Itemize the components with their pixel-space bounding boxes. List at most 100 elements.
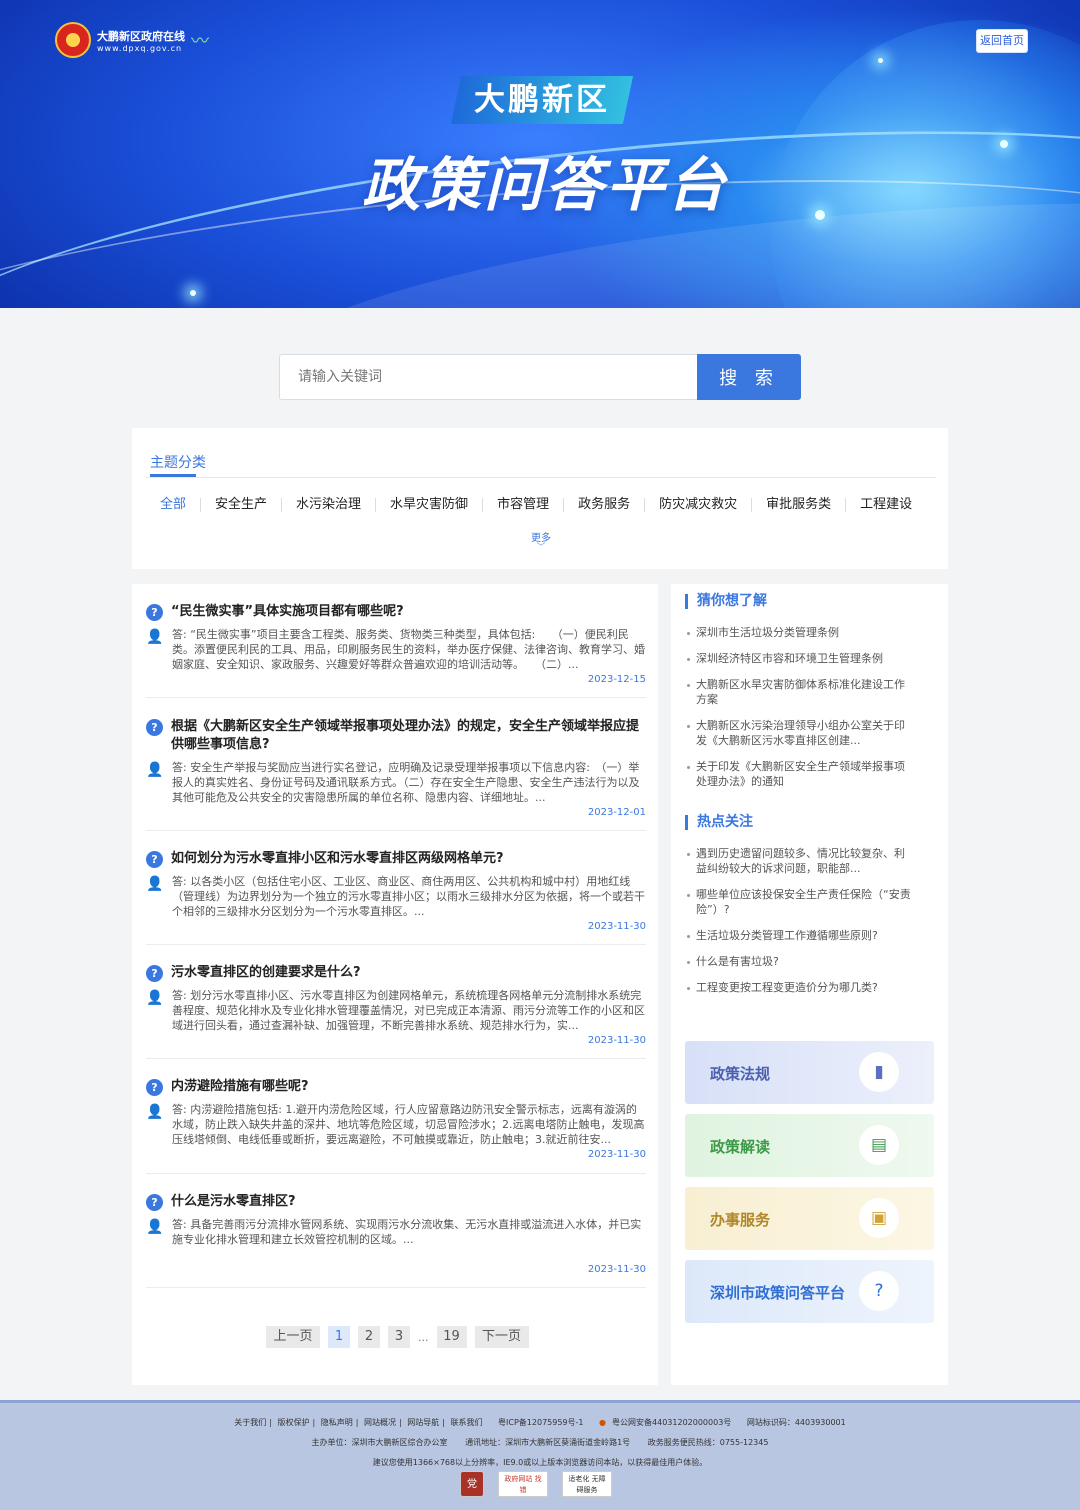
category-item[interactable]: 市容管理 — [483, 498, 565, 512]
category-item[interactable]: 水旱灾害防御 — [376, 498, 484, 512]
question-title[interactable]: 根据《大鹏新区安全生产领域举报事项处理办法》的规定，安全生产领域举报应提供哪些事… — [171, 718, 646, 754]
divider — [146, 830, 646, 831]
category-list: 全部 安全生产 水污染治理 水旱灾害防御 市容管理 政务服务 防灾减灾救灾 审批… — [146, 498, 926, 512]
answer-person-icon: 👤 — [146, 629, 164, 645]
footer-link-copyright[interactable]: 版权保护 — [277, 1418, 309, 1427]
category-item[interactable]: 安全生产 — [201, 498, 283, 512]
guess-item[interactable]: 大鹏新区水旱灾害防御体系标准化建设工作方案 — [687, 677, 913, 707]
accessibility-badge[interactable]: 适老化 无障碍服务 — [562, 1471, 612, 1497]
footer-link-about[interactable]: 关于我们 — [234, 1418, 266, 1427]
bird-logo-icon: 〰 — [191, 31, 209, 52]
answer-person-icon: 👤 — [146, 1104, 164, 1120]
guess-item[interactable]: 关于印发《大鹏新区安全生产领域举报事项处理办法》的通知 — [687, 759, 913, 789]
service-icon: ▣ — [859, 1198, 899, 1238]
hot-item[interactable]: 什么是有害垃圾? — [687, 954, 913, 969]
qa-item[interactable]: ? 什么是污水零直排区? 👤 答: 具备完善雨污分流排水管网系统、实现雨污水分流收集… — [146, 1193, 646, 1275]
qa-date: 2023-11-30 — [587, 1149, 646, 1160]
category-item[interactable]: 防灾减灾救灾 — [645, 498, 753, 512]
question-title[interactable]: 什么是污水零直排区? — [171, 1193, 296, 1211]
qa-list-panel: ? “民生微实事”具体实施项目都有哪些呢? 👤 答: “民生微实事”项目主要含工程类… — [132, 584, 658, 1385]
qa-date: 2023-12-01 — [587, 807, 646, 818]
policy-interpretation-card[interactable]: 政策解读 ▤ — [685, 1114, 934, 1177]
question-title[interactable]: 内涝避险措施有哪些呢? — [171, 1078, 309, 1096]
qa-item[interactable]: ? 污水零直排区的创建要求是什么? 👤 答: 划分污水零直排小区、污水零直排区为创建… — [146, 964, 646, 1046]
browser-note: 建议您使用1366×768以上分辨率，IE9.0或以上版本浏览器访问本站，以获得… — [372, 1458, 708, 1467]
address: 通讯地址：深圳市大鹏新区葵涌街道金岭路1号 — [465, 1438, 631, 1447]
qa-item[interactable]: ? 如何划分为污水零直排小区和污水零直排区两级网格单元? 👤 答: 以各类小区（包括… — [146, 850, 646, 932]
qa-date: 2023-12-15 — [587, 674, 646, 685]
gov-site-error-badge[interactable]: 政府网站 找错 — [498, 1471, 548, 1497]
hot-item[interactable]: 工程变更按工程变更造价分为哪几类? — [687, 980, 913, 995]
topic-heading: 主题分类 — [150, 455, 206, 471]
question-title[interactable]: 如何划分为污水零直排小区和污水零直排区两级网格单元? — [171, 850, 504, 868]
question-icon: ? — [146, 1079, 163, 1096]
footer-badges: 党 政府网站 找错 适老化 无障碍服务 — [460, 1471, 612, 1497]
qa-date: 2023-11-30 — [587, 1264, 646, 1275]
return-home-button[interactable]: 返回首页 — [976, 29, 1028, 53]
divider — [146, 1058, 646, 1059]
category-item[interactable]: 水污染治理 — [282, 498, 377, 512]
policy-regulations-card[interactable]: 政策法规 ▮ — [685, 1041, 934, 1104]
guess-item[interactable]: 深圳经济特区市容和环境卫生管理条例 — [687, 651, 913, 666]
hot-item[interactable]: 生活垃圾分类管理工作遵循哪些原则? — [687, 928, 913, 943]
category-all[interactable]: 全部 — [146, 498, 202, 512]
answer-snippet: 答: 以各类小区（包括住宅小区、工业区、商业区、商住两用区、公共机构和城中村）用… — [172, 875, 645, 918]
site-logo[interactable]: 大鹏新区政府在线 www.dpxq.gov.cn 〰 — [55, 22, 209, 58]
pagination: 上一页 1 2 3 ... 19 下一页 — [266, 1326, 529, 1348]
page-ellipsis: ... — [418, 1330, 429, 1344]
next-page-button[interactable]: 下一页 — [474, 1326, 529, 1348]
guess-item[interactable]: 大鹏新区水污染治理领导小组办公室关于印发《大鹏新区污水零直排区创建... — [687, 718, 913, 748]
footer-link-sitemap[interactable]: 网站导航 — [407, 1418, 439, 1427]
heading-underline — [150, 474, 196, 477]
hot-item[interactable]: 遇到历史遗留问题较多、情况比较复杂、利益纠纷较大的诉求问题，职能部... — [687, 846, 913, 876]
category-item[interactable]: 审批服务类 — [752, 498, 847, 512]
guess-list: 深圳市生活垃圾分类管理条例 深圳经济特区市容和环境卫生管理条例 大鹏新区水旱灾害… — [687, 625, 913, 800]
search-input[interactable] — [279, 354, 697, 400]
question-title[interactable]: 污水零直排区的创建要求是什么? — [171, 964, 361, 982]
icp-number[interactable]: 粤ICP备12075959号-1 — [498, 1418, 583, 1427]
party-badge-icon[interactable]: 党 — [460, 1471, 484, 1497]
service-card[interactable]: 办事服务 ▣ — [685, 1187, 934, 1250]
card-label: 办事服务 — [710, 1211, 771, 1229]
card-label: 政策解读 — [710, 1138, 771, 1156]
qa-item[interactable]: ? 根据《大鹏新区安全生产领域举报事项处理办法》的规定，安全生产领域举报应提供哪些… — [146, 718, 646, 818]
page-3-button[interactable]: 3 — [388, 1326, 410, 1348]
prev-page-button[interactable]: 上一页 — [266, 1326, 320, 1348]
qa-item[interactable]: ? “民生微实事”具体实施项目都有哪些呢? 👤 答: “民生微实事”项目主要含工程类… — [146, 603, 646, 685]
category-item[interactable]: 工程建设 — [846, 498, 926, 512]
site-url: www.dpxq.gov.cn — [97, 43, 183, 53]
light-dot — [190, 290, 196, 296]
hot-item[interactable]: 哪些单位应该投保安全生产责任保险（“安责险”）? — [687, 887, 913, 917]
page-2-button[interactable]: 2 — [358, 1326, 380, 1348]
hot-heading: 热点关注 — [685, 815, 753, 830]
footer-link-overview[interactable]: 网站概况 — [364, 1418, 396, 1427]
footer-link-privacy[interactable]: 隐私声明 — [321, 1418, 353, 1427]
search-button[interactable]: 搜 索 — [697, 354, 801, 400]
question-title[interactable]: “民生微实事”具体实施项目都有哪些呢? — [171, 603, 404, 621]
more-categories-button[interactable]: 更多 ﹀ — [521, 529, 561, 553]
sponsor: 主办单位：深圳市大鹏新区综合办公室 — [311, 1438, 448, 1447]
answer-person-icon: 👤 — [146, 762, 164, 778]
light-dot — [878, 58, 883, 63]
search-bar: 搜 索 — [279, 354, 801, 400]
card-label: 深圳市政策问答平台 — [710, 1284, 846, 1302]
guess-item[interactable]: 深圳市生活垃圾分类管理条例 — [687, 625, 913, 640]
page-1-button[interactable]: 1 — [328, 1326, 350, 1348]
card-label: 政策法规 — [710, 1065, 771, 1083]
question-icon: ? — [146, 965, 163, 982]
answer-person-icon: 👤 — [146, 990, 164, 1006]
divider — [146, 1173, 646, 1174]
footer-note-row: 建议您使用1366×768以上分辨率，IE9.0或以上版本浏览器访问本站，以获得… — [0, 1457, 1080, 1468]
police-record[interactable]: 粤公网安备44031202000003号 — [612, 1418, 731, 1427]
answer-snippet: 答: 划分污水零直排小区、污水零直排区为创建网格单元，系统梳理各网格单元分流制排… — [172, 989, 645, 1032]
answer-person-icon: 👤 — [146, 1219, 164, 1235]
answer-person-icon: 👤 — [146, 876, 164, 892]
shenzhen-qa-platform-card[interactable]: 深圳市政策问答平台 ? — [685, 1260, 934, 1323]
last-page-button[interactable]: 19 — [436, 1326, 467, 1348]
light-dot — [1000, 140, 1008, 148]
footer-link-contact[interactable]: 联系我们 — [450, 1418, 482, 1427]
category-item[interactable]: 政务服务 — [564, 498, 646, 512]
footer: 关于我们 | 版权保护 | 隐私声明 | 网站概况 | 网站导航 | 联系我们 粤ICP备… — [0, 1400, 1080, 1510]
guess-heading: 猜你想了解 — [685, 594, 767, 609]
qa-item[interactable]: ? 内涝避险措施有哪些呢? 👤 答: 内涝避险措施包括: 1.避开内涝危险区域，行人… — [146, 1078, 646, 1160]
